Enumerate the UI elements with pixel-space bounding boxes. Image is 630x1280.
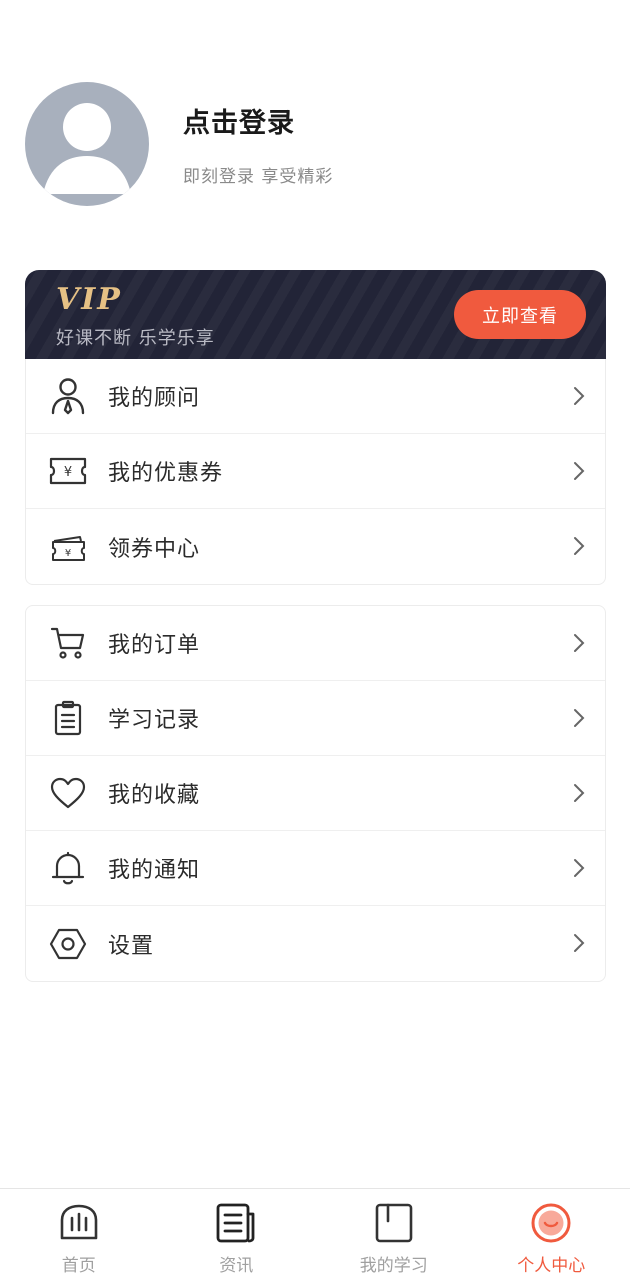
news-icon [214, 1201, 258, 1245]
book-icon [372, 1201, 416, 1245]
clipboard-icon [48, 698, 88, 738]
menu-item-label: 学习记录 [108, 708, 201, 733]
tab-label: 资讯 [219, 1256, 254, 1276]
login-subtitle: 即刻登录 享受精彩 [183, 167, 334, 187]
login-title[interactable]: 点击登录 [183, 101, 333, 140]
menu-item-advisor[interactable]: 我的顾问 [26, 359, 605, 434]
cart-icon [48, 623, 88, 663]
menu-item-notifications[interactable]: 我的通知 [26, 831, 605, 906]
menu-item-orders[interactable]: 我的订单 [26, 606, 605, 681]
menu-item-study-records[interactable]: 学习记录 [26, 681, 605, 756]
login-text: 点击登录 即刻登录 享受精彩 [183, 101, 333, 187]
heart-icon [48, 773, 88, 813]
chevron-right-icon [574, 634, 585, 652]
tab-label: 个人中心 [517, 1256, 586, 1276]
menu-item-settings[interactable]: 设置 [26, 906, 605, 981]
chevron-right-icon [574, 934, 585, 952]
svg-text:¥: ¥ [64, 465, 72, 480]
tab-label: 首页 [61, 1256, 96, 1276]
menu-item-label: 我的通知 [108, 858, 201, 883]
bottom-tab-bar: 首页 资讯 我的学习 个人中心 [0, 1188, 630, 1280]
menu-item-label: 我的收藏 [108, 783, 201, 808]
menu-item-label: 设置 [108, 933, 155, 959]
vip-logo: VIP [56, 282, 122, 317]
tab-home[interactable]: 首页 [0, 1189, 158, 1280]
login-header[interactable]: 点击登录 即刻登录 享受精彩 [25, 82, 333, 206]
coupon-center-icon: ¥ [48, 527, 88, 567]
coupon-icon: ¥ [48, 451, 88, 491]
tab-label: 我的学习 [359, 1256, 428, 1276]
tab-news[interactable]: 资讯 [158, 1189, 316, 1280]
tab-my-study[interactable]: 我的学习 [315, 1189, 473, 1280]
menu-item-label: 领券中心 [108, 536, 201, 562]
bell-icon [48, 848, 88, 888]
chevron-right-icon [574, 859, 585, 877]
menu-item-label: 我的顾问 [108, 386, 201, 411]
vip-banner[interactable]: VIP 好课不断 乐学乐享 立即查看 [25, 270, 606, 359]
menu-item-favorites[interactable]: 我的收藏 [26, 756, 605, 831]
settings-hexagon-icon [48, 924, 88, 964]
chevron-right-icon [574, 784, 585, 802]
profile-page: 点击登录 即刻登录 享受精彩 VIP 好课不断 乐学乐享 立即查看 我的顾问 ¥… [0, 0, 630, 1280]
menu-item-coupons[interactable]: ¥ 我的优惠券 [26, 434, 605, 509]
menu-item-coupon-center[interactable]: ¥ 领券中心 [26, 509, 605, 584]
chevron-right-icon [574, 462, 585, 480]
chevron-right-icon [574, 537, 585, 555]
vip-slogan: 好课不断 乐学乐享 [56, 328, 215, 349]
menu-item-label: 我的优惠券 [108, 461, 224, 486]
advisor-icon [48, 376, 88, 416]
smile-face-icon [529, 1201, 573, 1245]
menu-group-account: 我的订单 学习记录 我的收藏 我的通知 设置 [25, 605, 606, 982]
menu-item-label: 我的订单 [108, 633, 201, 658]
vip-view-button[interactable]: 立即查看 [454, 290, 586, 339]
chevron-right-icon [574, 387, 585, 405]
menu-group-services: 我的顾问 ¥ 我的优惠券 ¥ 领券中心 [25, 359, 606, 585]
home-chart-icon [57, 1201, 101, 1245]
tab-personal-center[interactable]: 个人中心 [473, 1189, 630, 1280]
avatar[interactable] [25, 82, 149, 206]
default-user-avatar-icon [43, 103, 131, 194]
chevron-right-icon [574, 709, 585, 727]
svg-text:¥: ¥ [65, 548, 71, 559]
